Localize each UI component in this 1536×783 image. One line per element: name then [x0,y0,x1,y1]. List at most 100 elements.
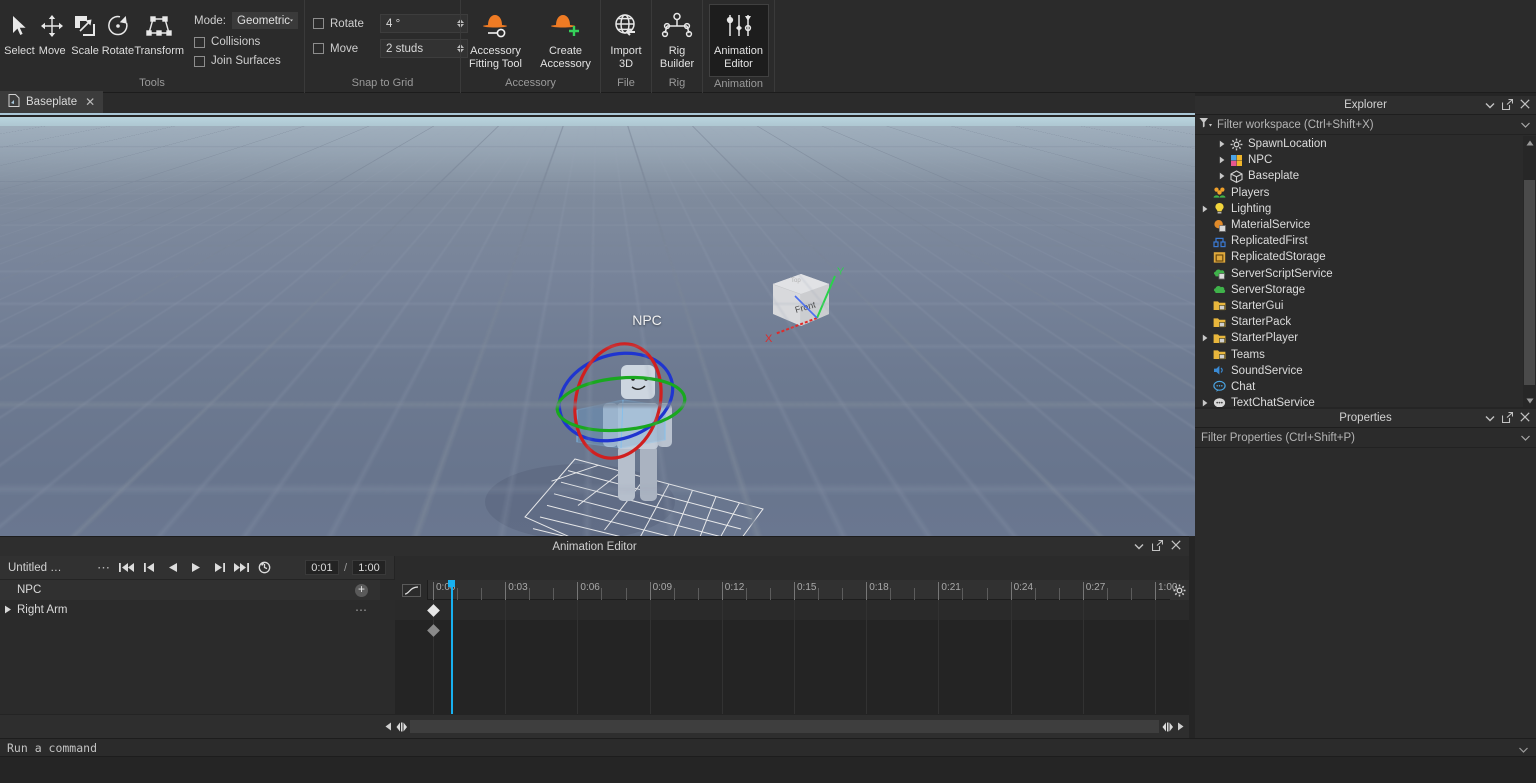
timeline-playhead-handle[interactable] [448,580,455,587]
snap-move-checkbox[interactable] [313,43,324,54]
rig-builder-button[interactable]: Rig Builder [652,4,702,71]
import-3d-button[interactable]: Import 3D [601,4,651,71]
chevron-down-icon[interactable] [1134,541,1144,553]
timeline-playhead[interactable] [451,580,453,714]
explorer-item-starterpack[interactable]: StarterPack [1195,314,1536,330]
explorer-tree[interactable]: SpawnLocationNPCBaseplatePlayersLighting… [1195,136,1536,407]
scroll-left-button[interactable] [382,717,395,737]
move-tool-button[interactable]: Move [36,4,69,57]
expand-arrow-icon[interactable] [1199,399,1211,407]
explorer-item-starterplayer[interactable]: StarterPlayer [1195,330,1536,346]
explorer-item-npc[interactable]: NPC [1195,152,1536,168]
properties-filter-input[interactable]: Filter Properties (Ctrl+Shift+P) [1199,432,1516,444]
timeline-lane-right-arm[interactable] [395,620,1189,640]
explorer-item-textchatservice[interactable]: TextChatService [1195,395,1536,407]
3d-viewport[interactable]: NPC Front Top X Y [0,117,1195,536]
chevron-down-icon[interactable] [1521,432,1530,444]
transform-tool-button[interactable]: Transform [134,4,184,57]
curve-editor-button[interactable] [395,580,428,600]
scroll-right-button[interactable] [1174,717,1187,737]
rotate-gizmo[interactable] [548,339,698,469]
accessory-fitting-tool-button[interactable]: Accessory Fitting Tool [463,4,529,71]
chevron-down-icon[interactable] [1485,413,1495,425]
explorer-item-materialservice[interactable]: MaterialService [1195,217,1536,233]
expand-arrow-icon[interactable] [1199,205,1211,213]
join-surfaces-checkbox-row[interactable]: Join Surfaces [194,55,298,67]
popout-icon[interactable] [1502,99,1513,113]
skip-to-start-button[interactable] [115,556,138,580]
step-back-button[interactable] [161,556,184,580]
explorer-item-serverscriptservice[interactable]: ServerScriptService [1195,266,1536,282]
command-bar-input[interactable]: Run a command [0,738,1536,757]
scroll-resize-right-handle[interactable] [1161,717,1174,737]
explorer-filter-bar[interactable]: Filter workspace (Ctrl+Shift+X) [1195,115,1536,135]
snap-rotate-checkbox[interactable] [313,18,324,29]
properties-list[interactable] [1195,449,1536,738]
scroll-up-button[interactable] [1523,136,1536,149]
select-tool-button[interactable]: Select [3,4,36,57]
explorer-item-spawnlocation[interactable]: SpawnLocation [1195,136,1536,152]
track-menu-button[interactable]: ⋯ [355,603,368,617]
next-keyframe-button[interactable] [207,556,230,580]
explorer-item-soundservice[interactable]: SoundService [1195,363,1536,379]
scroll-down-button[interactable] [1523,394,1536,407]
animation-clip-name[interactable]: Untitled … [0,562,92,574]
collisions-checkbox-row[interactable]: Collisions [194,36,298,48]
expand-arrow-icon[interactable] [1199,334,1211,342]
previous-keyframe-button[interactable] [138,556,161,580]
track-row-right-arm[interactable]: Right Arm⋯ [0,600,380,620]
explorer-item-replicatedfirst[interactable]: ReplicatedFirst [1195,233,1536,249]
add-track-button[interactable]: + [355,584,368,597]
explorer-item-startergui[interactable]: StarterGui [1195,298,1536,314]
total-time-field[interactable]: 1:00 [352,560,386,575]
explorer-item-serverstorage[interactable]: ServerStorage [1195,282,1536,298]
popout-icon[interactable] [1502,412,1513,426]
join-surfaces-checkbox[interactable] [194,56,205,67]
view-navigation-cube[interactable]: Front Top X Y [755,262,855,352]
timeline-lanes[interactable] [395,600,1189,714]
popout-icon[interactable] [1152,540,1163,554]
timeline-scroll-thumb[interactable] [410,720,1159,733]
expand-arrow-icon[interactable] [1216,172,1228,180]
timeline-ruler[interactable]: 0:000:030:060:090:120:150:180:210:240:27… [395,580,1189,600]
chevron-down-icon[interactable] [1519,742,1528,756]
snap-rotate-input[interactable]: 4 ° [380,14,468,33]
properties-filter-bar[interactable]: Filter Properties (Ctrl+Shift+P) [1195,428,1536,448]
chevron-down-icon[interactable] [1521,119,1530,131]
explorer-scroll-thumb[interactable] [1524,180,1535,385]
scale-tool-button[interactable]: Scale [69,4,102,57]
explorer-item-lighting[interactable]: Lighting [1195,201,1536,217]
scroll-resize-left-handle[interactable] [395,717,408,737]
loop-button[interactable] [253,556,276,580]
expand-arrow-icon[interactable] [1216,156,1228,164]
explorer-item-teams[interactable]: Teams [1195,346,1536,362]
explorer-vertical-scrollbar[interactable] [1523,136,1536,407]
track-list[interactable]: NPC+Right Arm⋯ [0,580,380,714]
tab-close-icon[interactable]: ✕ [85,95,95,109]
explorer-item-players[interactable]: Players [1195,185,1536,201]
create-accessory-button[interactable]: Create Accessory [533,4,599,71]
explorer-item-baseplate[interactable]: Baseplate [1195,168,1536,184]
expand-arrow-icon[interactable] [4,605,17,616]
skip-to-end-button[interactable] [230,556,253,580]
play-button[interactable] [184,556,207,580]
timeline-horizontal-scrollbar[interactable] [380,714,1189,738]
filter-funnel-icon[interactable] [1199,117,1212,132]
current-time-field[interactable]: 0:01 [305,560,339,575]
explorer-item-chat[interactable]: Chat [1195,379,1536,395]
close-icon[interactable] [1171,540,1181,553]
track-row-npc[interactable]: NPC+ [0,580,380,600]
chevron-down-icon[interactable] [1485,100,1495,112]
explorer-item-replicatedstorage[interactable]: ReplicatedStorage [1195,249,1536,265]
animation-editor-button[interactable]: Animation Editor [709,4,769,77]
tab-baseplate[interactable]: Baseplate ✕ [0,91,103,113]
animation-menu-button[interactable]: ⋯ [92,556,115,580]
close-icon[interactable] [1520,412,1530,425]
mode-dropdown[interactable]: Geometric [232,12,298,29]
timeline[interactable]: 0:000:030:060:090:120:150:180:210:240:27… [395,580,1189,714]
snap-move-input[interactable]: 2 studs [380,39,468,58]
collisions-checkbox[interactable] [194,37,205,48]
expand-arrow-icon[interactable] [1216,140,1228,148]
timeline-lane-npc[interactable] [395,600,1189,620]
close-icon[interactable] [1520,99,1530,112]
